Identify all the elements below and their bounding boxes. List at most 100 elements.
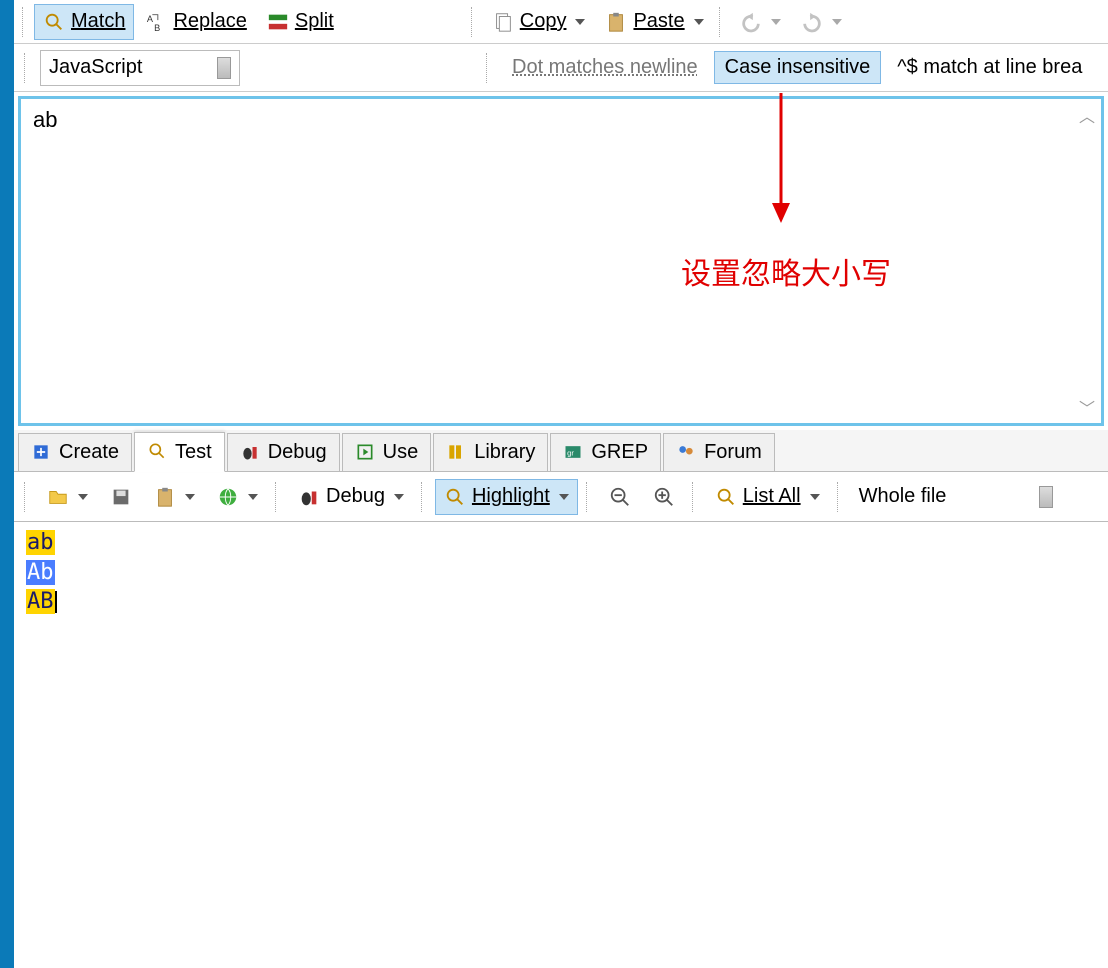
line-anchors-toggle[interactable]: ^$ match at line brea: [887, 52, 1092, 83]
zoom-in-button[interactable]: [644, 479, 684, 515]
annotation-arrow-icon: [766, 93, 796, 223]
language-value: JavaScript: [49, 56, 142, 79]
match-button[interactable]: Match: [34, 4, 134, 40]
copy-button[interactable]: Copy: [483, 4, 595, 40]
tab-forum-label: Forum: [704, 441, 762, 464]
save-icon: [110, 486, 132, 508]
chevron-down-icon: [559, 494, 569, 500]
split-label: Split: [295, 10, 334, 33]
chevron-down-icon: [575, 19, 585, 25]
annotation-text: 设置忽略大小写: [681, 249, 891, 293]
highlight-label: Highlight: [472, 485, 550, 508]
tab-test[interactable]: Test: [134, 432, 225, 472]
create-icon: [31, 442, 53, 464]
scope-combo[interactable]: Whole file: [851, 479, 1061, 515]
panel-tabstrip: Create Test Debug Use Library gr GREP F: [14, 430, 1108, 472]
main-toolbar: Match AB Replace Split Copy Paste: [14, 0, 1108, 44]
tab-grep[interactable]: gr GREP: [550, 433, 661, 471]
case-insensitive-label: Case insensitive: [725, 56, 871, 78]
toolbar-separator: [471, 7, 477, 37]
zoom-out-button[interactable]: [600, 479, 640, 515]
tab-library-label: Library: [474, 441, 535, 464]
globe-icon: [217, 486, 239, 508]
tab-create[interactable]: Create: [18, 433, 132, 471]
search-icon: [444, 486, 466, 508]
chevron-down-icon: [694, 19, 704, 25]
paste-button[interactable]: Paste: [596, 4, 712, 40]
folder-icon: [47, 486, 69, 508]
language-combo[interactable]: JavaScript: [40, 50, 240, 86]
undo-button[interactable]: [731, 4, 790, 40]
list-all-button[interactable]: List All: [706, 479, 829, 515]
use-icon: [355, 442, 377, 464]
match-highlight: AB: [26, 589, 55, 614]
case-insensitive-toggle[interactable]: Case insensitive: [714, 51, 882, 84]
test-toolbar: Debug Highlight List All Whole file: [14, 472, 1108, 522]
tab-debug[interactable]: Debug: [227, 433, 340, 471]
replace-icon: AB: [145, 11, 167, 33]
undo-icon: [740, 11, 762, 33]
match-highlight: ab: [26, 530, 55, 555]
replace-label: Replace: [173, 10, 246, 33]
match-highlight: Ab: [26, 560, 55, 585]
text-cursor: [55, 591, 57, 613]
tab-debug-label: Debug: [268, 441, 327, 464]
tab-forum[interactable]: Forum: [663, 433, 775, 471]
svg-text:B: B: [155, 23, 161, 33]
chevron-down-icon: [771, 19, 781, 25]
scroll-up-icon[interactable]: ︿: [1079, 103, 1095, 127]
clipboard-icon: [154, 486, 176, 508]
toolbar-separator: [692, 482, 698, 512]
result-line: Ab: [26, 558, 1096, 588]
toolbar-separator: [586, 482, 592, 512]
redo-icon: [801, 11, 823, 33]
tab-test-label: Test: [175, 441, 212, 464]
chevron-down-icon: [248, 494, 258, 500]
copy-label: Copy: [520, 10, 567, 33]
paste-label: Paste: [633, 10, 684, 33]
dot-matches-label: Dot matches newline: [512, 56, 698, 78]
tab-library[interactable]: Library: [433, 433, 548, 471]
toolbar-separator: [24, 53, 30, 83]
regex-input-pane[interactable]: ab 设置忽略大小写 ︿ ﹀: [18, 96, 1104, 426]
scroll-down-icon[interactable]: ﹀: [1079, 395, 1095, 419]
toolbar-separator: [837, 482, 843, 512]
tab-use-label: Use: [383, 441, 419, 464]
result-line: ab: [26, 528, 1096, 558]
toolbar-separator: [486, 53, 492, 83]
debug-run-button[interactable]: Debug: [289, 479, 413, 515]
dot-matches-newline-toggle[interactable]: Dot matches newline: [502, 52, 708, 83]
web-button[interactable]: [208, 479, 267, 515]
forum-icon: [676, 442, 698, 464]
open-file-button[interactable]: [38, 479, 97, 515]
paste-sample-button[interactable]: [145, 479, 204, 515]
paste-icon: [605, 11, 627, 33]
highlight-button[interactable]: Highlight: [435, 479, 578, 515]
save-button[interactable]: [101, 479, 141, 515]
redo-button[interactable]: [792, 4, 851, 40]
chevron-down-icon: [810, 494, 820, 500]
toolbar-separator: [421, 482, 427, 512]
replace-button[interactable]: AB Replace: [136, 4, 255, 40]
tab-use[interactable]: Use: [342, 433, 432, 471]
toolbar-separator: [275, 482, 281, 512]
match-label: Match: [71, 10, 125, 33]
result-line: AB: [26, 587, 1096, 617]
test-results-pane[interactable]: ab Ab AB: [18, 522, 1104, 623]
grep-icon: gr: [563, 442, 585, 464]
combo-handle-icon[interactable]: [1039, 486, 1053, 508]
debug-icon: [298, 486, 320, 508]
scope-value: Whole file: [859, 485, 947, 508]
list-all-label: List All: [743, 485, 801, 508]
line-anchors-label: ^$ match at line brea: [897, 56, 1082, 78]
options-row: JavaScript Dot matches newline Case inse…: [14, 44, 1108, 92]
search-icon: [715, 486, 737, 508]
toolbar-separator: [24, 482, 30, 512]
chevron-down-icon: [394, 494, 404, 500]
copy-icon: [492, 11, 514, 33]
library-icon: [446, 442, 468, 464]
split-button[interactable]: Split: [258, 4, 343, 40]
combo-handle-icon[interactable]: [217, 57, 231, 79]
regex-pattern-text: ab: [33, 107, 57, 132]
zoom-in-icon: [653, 486, 675, 508]
